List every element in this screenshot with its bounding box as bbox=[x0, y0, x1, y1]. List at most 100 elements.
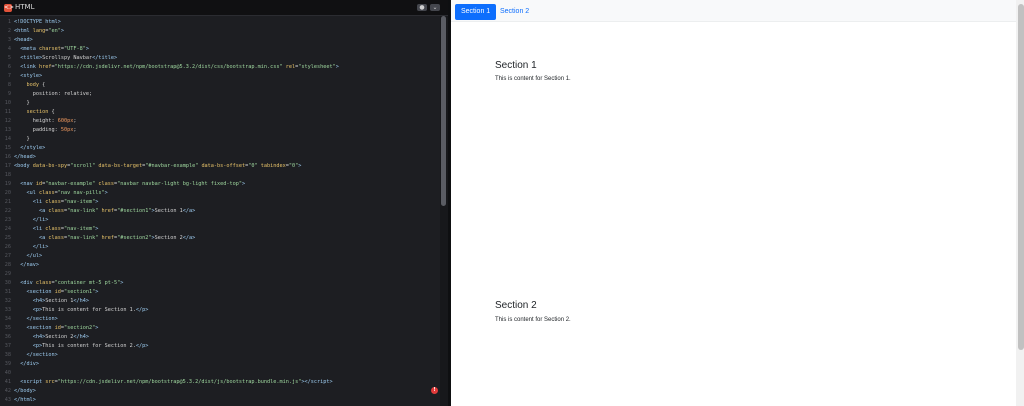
code-text: </li> bbox=[32, 217, 49, 223]
code-line[interactable]: 43 </html> bbox=[0, 396, 440, 405]
line-number: 19 bbox=[4, 181, 11, 187]
line-number: 18 bbox=[4, 172, 11, 178]
line-number: 36 bbox=[4, 334, 11, 340]
line-number: 7 bbox=[7, 73, 11, 79]
line-number: 31 bbox=[4, 289, 11, 295]
code-line[interactable]: 5 <title>Scrollspy Navbar</title> bbox=[0, 54, 440, 63]
code-text: <ul class="nav nav-pills"> bbox=[26, 190, 108, 196]
code-line[interactable]: 20 <ul class="nav nav-pills"> bbox=[0, 189, 440, 198]
line-number: 24 bbox=[4, 226, 11, 232]
code-line[interactable]: 12 height: 600px; bbox=[0, 117, 440, 126]
code-text: <script src="https://cdn.jsdelivr.net/np… bbox=[20, 379, 333, 385]
line-number: 30 bbox=[4, 280, 11, 286]
code-text: <html lang="en"> bbox=[14, 28, 64, 34]
code-line[interactable]: 17 <body data-bs-spy="scroll" data-bs-tar… bbox=[0, 162, 440, 171]
code-line[interactable]: 18 bbox=[0, 171, 440, 180]
code-text: <meta charset="UTF-8"> bbox=[20, 46, 89, 52]
code-line[interactable]: 19 <nav id="navbar-example" class="navba… bbox=[0, 180, 440, 189]
code-text: </body> bbox=[14, 388, 36, 394]
code-line[interactable]: 7 <style> bbox=[0, 72, 440, 81]
code-text: } bbox=[14, 100, 30, 106]
code-line[interactable]: 15 </style> bbox=[0, 144, 440, 153]
chevron-down-icon[interactable]: ⌄ bbox=[430, 4, 440, 11]
code-line[interactable]: 39 </div> bbox=[0, 360, 440, 369]
error-icon[interactable]: ! bbox=[431, 387, 438, 394]
line-number: 17 bbox=[4, 163, 11, 169]
line-number: 5 bbox=[7, 55, 11, 61]
code-line[interactable]: 11 section { bbox=[0, 108, 440, 117]
code-line[interactable]: 29 bbox=[0, 270, 440, 279]
line-number: 8 bbox=[7, 82, 11, 88]
code-text: </ul> bbox=[26, 253, 43, 259]
code-text: <h4>Section 1</h4> bbox=[32, 298, 89, 304]
code-line[interactable]: 31 <section id="section1"> bbox=[0, 288, 440, 297]
section-2-heading: Section 2 bbox=[495, 300, 537, 311]
code-text: </div> bbox=[20, 361, 39, 367]
editor-scrollbar-thumb[interactable] bbox=[441, 16, 446, 206]
code-line[interactable]: 22 <a class="nav-link" href="#section1">… bbox=[0, 207, 440, 216]
code-line[interactable]: 34 </section> bbox=[0, 315, 440, 324]
line-number: 29 bbox=[4, 271, 11, 277]
code-text: <style> bbox=[20, 73, 43, 79]
line-number: 21 bbox=[4, 199, 11, 205]
line-number: 15 bbox=[4, 145, 11, 151]
line-number: 41 bbox=[4, 379, 11, 385]
code-line[interactable]: 41 <script src="https://cdn.jsdelivr.net… bbox=[0, 378, 440, 387]
code-line[interactable]: 32 <h4>Section 1</h4> bbox=[0, 297, 440, 306]
code-line[interactable]: 23 </li> bbox=[0, 216, 440, 225]
line-number: 28 bbox=[4, 262, 11, 268]
code-line[interactable]: 35 <section id="section2"> bbox=[0, 324, 440, 333]
line-number: 6 bbox=[7, 64, 11, 70]
code-line[interactable]: 2 <html lang="en"> bbox=[0, 27, 440, 36]
preview-scrollbar-thumb[interactable] bbox=[1018, 4, 1024, 350]
code-text: </li> bbox=[32, 244, 49, 250]
code-line[interactable]: 27 </ul> bbox=[0, 252, 440, 261]
code-text: <section id="section2"> bbox=[26, 325, 99, 331]
line-number: 26 bbox=[4, 244, 11, 250]
code-text: <body data-bs-spy="scroll" data-bs-targe… bbox=[14, 163, 302, 169]
html-icon: <> bbox=[4, 4, 15, 12]
section-2-text: This is content for Section 2. bbox=[495, 317, 571, 323]
code-line[interactable]: 3 <head> bbox=[0, 36, 440, 45]
code-line[interactable]: 36 <h4>Section 2</h4> bbox=[0, 333, 440, 342]
line-number: 13 bbox=[4, 127, 11, 133]
code-text: <h4>Section 2</h4> bbox=[32, 334, 89, 340]
result-preview-pane: Section 1 Section 2 Section 1 This is co… bbox=[448, 0, 1024, 406]
code-text: <p>This is content for Section 1.</p> bbox=[32, 307, 149, 313]
code-line[interactable]: 26 </li> bbox=[0, 243, 440, 252]
code-line[interactable]: 8 body { bbox=[0, 81, 440, 90]
code-line[interactable]: 13 padding: 50px; bbox=[0, 126, 440, 135]
line-number: 23 bbox=[4, 217, 11, 223]
code-line[interactable]: 24 <li class="nav-item"> bbox=[0, 225, 440, 234]
code-line[interactable]: 25 <a class="nav-link" href="#section2">… bbox=[0, 234, 440, 243]
code-line[interactable]: 40 bbox=[0, 369, 440, 378]
code-line[interactable]: 28 </nav> bbox=[0, 261, 440, 270]
section-1-heading: Section 1 bbox=[495, 60, 537, 71]
code-text: padding: 50px; bbox=[14, 127, 77, 133]
nav-link-section-1[interactable]: Section 1 bbox=[455, 4, 497, 20]
code-line[interactable]: 21 <li class="nav-item"> bbox=[0, 198, 440, 207]
code-line[interactable]: 16 </head> bbox=[0, 153, 440, 162]
code-line[interactable]: 38 </section> bbox=[0, 351, 440, 360]
code-line[interactable]: 30 <div class="container mt-5 pt-5"> bbox=[0, 279, 440, 288]
editor-header: <> HTML ● ⌄ bbox=[0, 0, 448, 16]
code-line[interactable]: 33 <p>This is content for Section 1.</p> bbox=[0, 306, 440, 315]
code-line[interactable]: 14 } bbox=[0, 135, 440, 144]
code-line[interactable]: 10 } bbox=[0, 99, 440, 108]
code-line[interactable]: 42 </body> bbox=[0, 387, 440, 396]
code-line[interactable]: 9 position: relative; bbox=[0, 90, 440, 99]
settings-icon[interactable]: ● bbox=[417, 4, 427, 11]
code-text: </style> bbox=[20, 145, 46, 151]
code-line[interactable]: 1 <!DOCTYPE html> bbox=[0, 18, 440, 27]
code-line[interactable]: 4 <meta charset="UTF-8"> bbox=[0, 45, 440, 54]
nav-link-section-2[interactable]: Section 2 bbox=[494, 4, 535, 20]
code-text: </html> bbox=[14, 397, 36, 403]
code-line[interactable]: 6 <link href="https://cdn.jsdelivr.net/n… bbox=[0, 63, 440, 72]
code-text: <nav id="navbar-example" class="navbar n… bbox=[20, 181, 246, 187]
code-line[interactable]: 37 <p>This is content for Section 2.</p> bbox=[0, 342, 440, 351]
code-area[interactable]: 1 <!DOCTYPE html> 2 <html lang="en"> 3 <head>… bbox=[0, 16, 440, 406]
line-number: 34 bbox=[4, 316, 11, 322]
code-text: <title>Scrollspy Navbar</title> bbox=[20, 55, 118, 61]
line-number: 20 bbox=[4, 190, 11, 196]
line-number: 14 bbox=[4, 136, 11, 142]
